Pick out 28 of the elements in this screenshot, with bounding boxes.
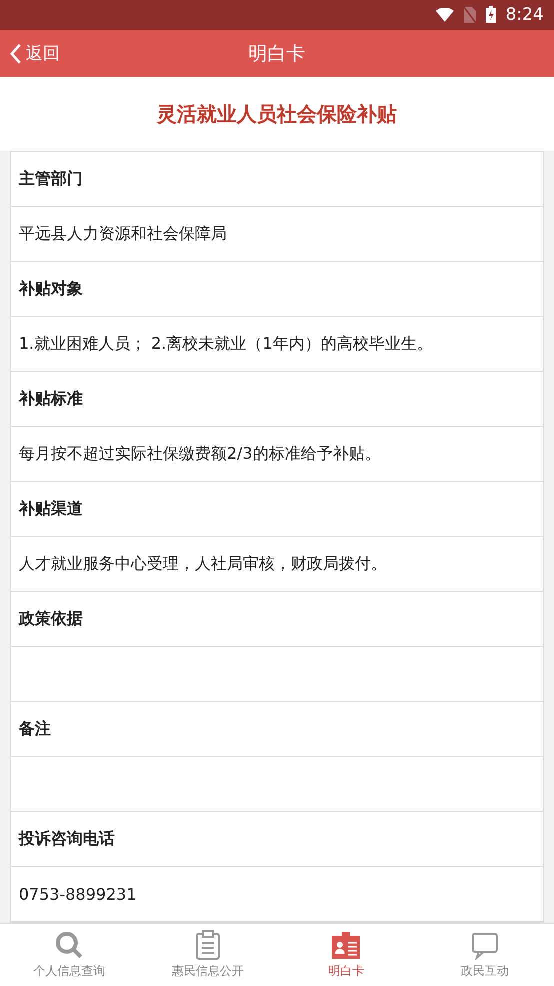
section-label: 补贴渠道 [19, 498, 83, 520]
back-button[interactable]: 返回 [0, 42, 70, 66]
back-chevron-icon [10, 42, 22, 65]
nav-tab[interactable]: 个人信息查询 [0, 924, 138, 986]
section-label: 投诉咨询电话 [19, 828, 115, 850]
status-time: 8:24 [506, 4, 544, 25]
clipboard-icon [194, 930, 221, 960]
section-label: 补贴标准 [19, 388, 83, 410]
card-title: 灵活就业人员社会保险补贴 [0, 77, 554, 152]
section-value: 人才就业服务中心受理，人社局审核，财政局拨付。 [19, 554, 387, 575]
section-label: 备注 [19, 718, 51, 740]
nav-tab[interactable]: 明白卡 [277, 924, 416, 986]
nav-tab[interactable]: 惠民信息公开 [138, 924, 277, 986]
section-value: 每月按不超过实际社保缴费额2/3的标准给予补贴。 [19, 444, 381, 465]
chat-icon [470, 930, 500, 960]
search-icon [54, 930, 84, 960]
section-value: 1.就业困难人员； 2.离校未就业（1年内）的高校毕业生。 [19, 334, 433, 355]
section-label: 补贴对象 [19, 278, 83, 300]
section-label: 主管部门 [19, 168, 83, 190]
nav-tab[interactable]: 政民互动 [416, 924, 554, 986]
section-label: 政策依据 [19, 608, 83, 630]
section-value: 0753-8899231 [19, 884, 137, 904]
page-title: 明白卡 [248, 42, 306, 67]
id-card-icon [331, 930, 362, 960]
section-value: 平远县人力资源和社会保障局 [19, 224, 227, 245]
no-sim-icon [464, 6, 476, 23]
wifi-icon [436, 8, 454, 22]
battery-icon [486, 6, 496, 24]
